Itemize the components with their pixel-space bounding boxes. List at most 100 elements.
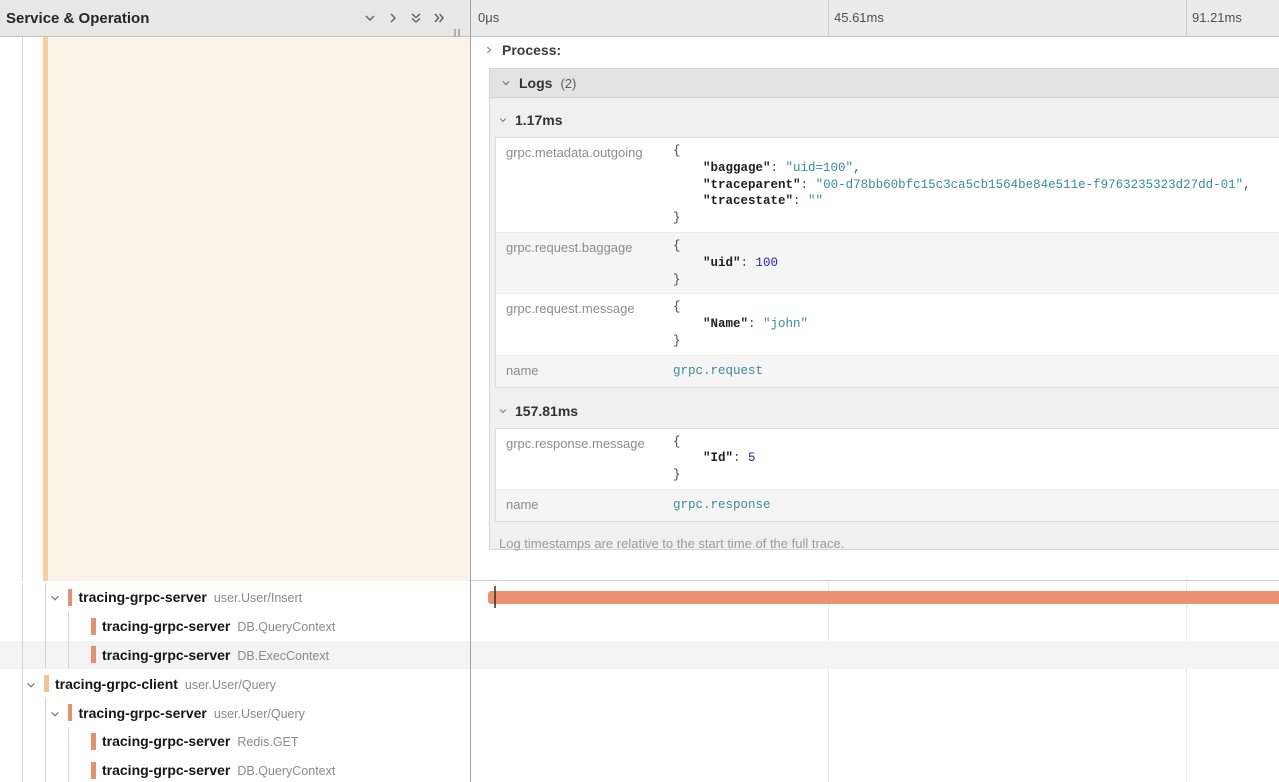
span-operation-name: user.User/Query <box>185 678 276 692</box>
span-row[interactable]: tracing-grpc-clientuser.User/Query <box>0 669 1279 698</box>
log-entry-toggle[interactable]: 157.81ms <box>498 388 1279 421</box>
indent-guide <box>45 641 46 670</box>
indent-guide <box>45 583 46 612</box>
expand-all-icon[interactable] <box>409 11 423 25</box>
logs-label: Logs <box>519 75 552 91</box>
span-operation-name: DB.QueryContext <box>237 764 335 778</box>
json-value: { "uid": 100 } <box>673 238 1279 288</box>
span-service-name: tracing-grpc-serveruser.User/Insert <box>79 589 303 605</box>
keyvalue-key: name <box>496 356 673 387</box>
log-entry-toggle[interactable]: 1.17ms <box>498 98 1279 130</box>
keyvalue-key: grpc.request.message <box>496 294 673 354</box>
service-operation-header: Service & Operation <box>0 0 470 37</box>
ruler-tick-label: 91.21ms <box>1192 0 1242 36</box>
span-detail-panel: Process: Logs (2) 1.17ms grpc.metadata.ou… <box>471 37 1279 581</box>
span-operation-name: user.User/Insert <box>214 591 302 605</box>
ruler-tick-label: 45.61ms <box>834 0 884 36</box>
span-color-bar <box>68 589 73 606</box>
chevron-down-icon <box>25 679 37 691</box>
span-duration-bar[interactable] <box>488 591 1279 604</box>
json-value: { "baggage": "uid=100", "traceparent": "… <box>673 143 1279 227</box>
keyvalue-row: namegrpc.request <box>496 355 1279 387</box>
double-chevron-down-icon <box>409 11 423 25</box>
indent-guide <box>68 756 69 782</box>
indent-guide <box>45 727 46 756</box>
indent-guide <box>22 583 23 612</box>
expand-one-level-icon[interactable] <box>363 11 377 25</box>
keyvalue-value: grpc.request <box>673 356 1279 387</box>
span-service-name: tracing-grpc-serverDB.QueryContext <box>102 618 335 634</box>
panel-divider[interactable] <box>470 0 471 782</box>
span-expand-chevron[interactable] <box>25 678 37 690</box>
keyvalue-value: { "baggage": "uid=100", "traceparent": "… <box>673 138 1279 232</box>
chevron-down-icon <box>49 592 61 604</box>
keyvalue-value: { "uid": 100 } <box>673 233 1279 293</box>
chevron-right-icon <box>386 11 400 25</box>
json-value: { "Name": "john" } <box>673 299 1279 349</box>
trace-timeline-view: { "header": { "title": "Service & Operat… <box>0 0 1279 782</box>
span-color-bar <box>68 704 73 721</box>
code-value: grpc.response <box>673 495 1279 516</box>
span-operation-name: DB.ExecContext <box>237 649 329 663</box>
keyvalue-key: name <box>496 490 673 521</box>
collapse-controls <box>363 11 470 25</box>
logs-accordion-header[interactable]: Logs (2) <box>490 69 1279 98</box>
ruler-tick-line <box>828 0 829 36</box>
span-row[interactable]: tracing-grpc-serverRedis.GET <box>0 727 1279 756</box>
keyvalue-value: grpc.response <box>673 490 1279 521</box>
span-detail-row-left <box>0 37 470 581</box>
logs-count: (2) <box>560 76 576 91</box>
span-expand-chevron[interactable] <box>49 707 61 719</box>
collapse-all-icon[interactable] <box>432 11 446 25</box>
indent-guide <box>22 756 23 782</box>
indent-guide <box>22 727 23 756</box>
span-color-bar <box>91 733 96 750</box>
indent-guide <box>45 612 46 641</box>
double-chevron-right-icon <box>432 11 446 25</box>
indent-guide <box>45 698 46 727</box>
keyvalue-row: grpc.response.message{ "Id": 5 } <box>496 429 1279 489</box>
indent-guide <box>45 756 46 782</box>
process-label: Process: <box>502 42 561 58</box>
log-marker-tick[interactable] <box>494 586 496 608</box>
process-accordion-toggle[interactable]: Process: <box>484 42 561 58</box>
span-detail-tint <box>48 37 470 581</box>
span-row[interactable]: tracing-grpc-serverDB.QueryContext <box>0 612 1279 641</box>
chevron-down-icon <box>49 708 61 720</box>
span-row[interactable]: tracing-grpc-serverDB.QueryContext <box>0 756 1279 782</box>
keyvalue-row: namegrpc.response <box>496 489 1279 521</box>
span-row[interactable]: tracing-grpc-serveruser.User/Query <box>0 698 1279 727</box>
span-expand-chevron[interactable] <box>49 591 61 603</box>
keyvalue-value: { "Name": "john" } <box>673 294 1279 354</box>
span-operation-name: Redis.GET <box>237 735 298 749</box>
span-service-name: tracing-grpc-clientuser.User/Query <box>55 676 276 692</box>
span-color-bar <box>91 646 96 663</box>
span-service-name: tracing-grpc-serverRedis.GET <box>102 733 299 749</box>
indent-guide <box>22 641 23 670</box>
indent-guide <box>22 37 23 581</box>
keyvalue-key: grpc.request.baggage <box>496 233 673 293</box>
log-timestamp: 1.17ms <box>515 112 562 128</box>
ruler-tick-label: 0μs <box>478 0 499 36</box>
log-keyvalues-table: grpc.response.message{ "Id": 5 }namegrpc… <box>495 428 1279 522</box>
span-rows: tracing-grpc-serveruser.User/Insert traci… <box>0 581 1279 782</box>
keyvalue-row: grpc.request.baggage{ "uid": 100 } <box>496 232 1279 293</box>
code-value: grpc.request <box>673 361 1279 382</box>
collapse-one-level-icon[interactable] <box>386 11 400 25</box>
span-service-name: tracing-grpc-serverDB.ExecContext <box>102 647 329 663</box>
chevron-down-icon <box>363 11 377 25</box>
ruler-tick-line <box>1186 0 1187 36</box>
log-keyvalues-table: grpc.metadata.outgoing{ "baggage": "uid=… <box>495 137 1279 388</box>
keyvalue-key: grpc.metadata.outgoing <box>496 138 673 232</box>
span-color-bar <box>91 762 96 779</box>
chevron-right-icon <box>484 45 494 55</box>
span-row[interactable]: tracing-grpc-serverDB.ExecContext <box>0 641 1279 670</box>
indent-guide <box>22 612 23 641</box>
keyvalue-row: grpc.metadata.outgoing{ "baggage": "uid=… <box>496 138 1279 232</box>
indent-guide <box>22 698 23 727</box>
keyvalue-value: { "Id": 5 } <box>673 429 1279 489</box>
indent-guide <box>68 727 69 756</box>
json-value: { "Id": 5 } <box>673 434 1279 484</box>
span-service-name: tracing-grpc-serveruser.User/Query <box>79 705 305 721</box>
indent-guide <box>22 669 23 698</box>
